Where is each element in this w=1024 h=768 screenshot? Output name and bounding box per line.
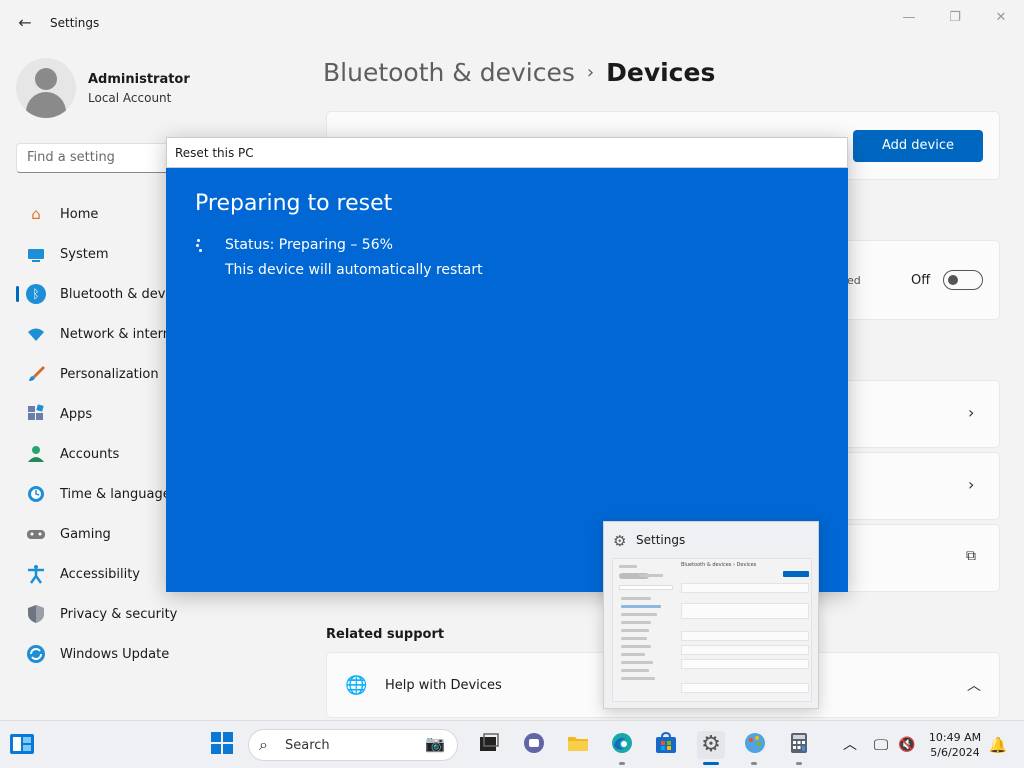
breadcrumb-separator: ›	[586, 62, 595, 83]
system-icon	[26, 244, 46, 264]
folder-icon	[566, 737, 590, 760]
help-label: Help with Devices	[385, 678, 502, 693]
breadcrumb: Bluetooth & devices › Devices	[323, 58, 715, 87]
widgets-button[interactable]	[8, 731, 36, 759]
chevron-right-icon: ›	[968, 475, 975, 494]
task-view-button[interactable]	[474, 731, 502, 759]
minimize-button[interactable]: —	[895, 8, 923, 28]
page-title: Devices	[606, 58, 716, 87]
edge-icon	[610, 733, 634, 760]
minimize-icon: —	[902, 10, 916, 25]
related-support-title: Related support	[326, 627, 445, 642]
person-icon	[26, 444, 46, 464]
speaker-muted-icon: 🔇	[898, 737, 916, 753]
network-status-button[interactable]: 🖵	[867, 731, 895, 759]
reset-status: Status: Preparing – 56%	[225, 237, 393, 253]
sidebar-item-label: Accessibility	[60, 566, 140, 582]
store-button[interactable]	[652, 731, 680, 759]
sidebar-item-label: Windows Update	[60, 646, 170, 662]
windows-logo-icon	[210, 732, 234, 760]
home-icon: ⌂	[31, 205, 41, 223]
clock-date: 5/6/2024	[930, 746, 980, 759]
taskbar-search[interactable]: ⌕ Search 📷	[248, 729, 458, 761]
sidebar-item-label: Apps	[60, 406, 93, 422]
palette-icon	[743, 733, 767, 760]
gamepad-icon	[26, 524, 46, 544]
restart-note: This device will automatically restart	[225, 262, 483, 278]
notifications-button[interactable]: 🔔	[984, 731, 1012, 759]
chevron-right-icon: ›	[968, 403, 975, 422]
globe-clock-icon	[26, 484, 46, 504]
preview-title: Settings	[636, 533, 686, 547]
chevron-up-icon: ︿	[843, 737, 857, 753]
bluetooth-icon: ᛒ	[26, 284, 46, 304]
title-bar: ← Settings — ❐ ✕	[0, 0, 1024, 48]
brush-icon	[26, 364, 46, 384]
active-indicator	[16, 286, 19, 302]
open-external-icon: ⧉	[966, 548, 976, 564]
clock[interactable]: 10:49 AM 5/6/2024	[922, 730, 988, 760]
apps-icon	[26, 404, 46, 424]
update-icon	[26, 644, 46, 664]
app-title: Settings	[50, 16, 100, 30]
start-button[interactable]	[208, 731, 236, 759]
avatar[interactable]	[16, 58, 76, 118]
sidebar-item-label: Accounts	[60, 446, 120, 462]
gear-icon: ⚙	[613, 532, 627, 550]
network-icon: 🖵	[873, 736, 889, 754]
accessibility-icon	[26, 564, 46, 584]
toggle-setting-label: ed	[847, 274, 861, 287]
dialog-title: Reset this PC	[166, 137, 848, 168]
teams-button[interactable]	[520, 731, 548, 759]
sidebar-item-windows-update[interactable]: Windows Update	[16, 634, 316, 674]
search-icon: ⌕	[259, 735, 268, 754]
sidebar-item-privacy[interactable]: Privacy & security	[16, 594, 316, 634]
bell-icon: 🔔	[988, 736, 1008, 754]
widgets-icon	[9, 734, 35, 762]
camera-icon: 📷	[425, 734, 445, 753]
back-button[interactable]: ←	[14, 12, 36, 34]
breadcrumb-parent[interactable]: Bluetooth & devices	[323, 58, 575, 87]
wifi-icon	[26, 324, 46, 344]
store-icon	[654, 731, 678, 760]
sidebar-item-label: Gaming	[60, 526, 111, 542]
account-type: Local Account	[88, 91, 172, 105]
settings-taskbar-button[interactable]: ⚙	[697, 731, 725, 759]
sidebar-item-label: Time & language	[60, 486, 171, 502]
volume-button[interactable]: 🔇	[893, 731, 921, 759]
gear-icon: ⚙	[701, 732, 721, 757]
progress-spinner-icon	[194, 237, 204, 253]
calculator-icon	[787, 733, 811, 760]
restore-icon: ❐	[949, 10, 961, 25]
add-device-button[interactable]: Add device	[853, 130, 983, 162]
preview-heading: Bluetooth & devices › Devices	[681, 562, 757, 568]
edge-button[interactable]	[608, 731, 636, 759]
taskbar-preview[interactable]: ⚙ Settings Bluetooth & devices › Devices	[603, 521, 819, 709]
sidebar-item-label: Home	[60, 206, 99, 222]
sidebar-item-label: Privacy & security	[60, 606, 178, 622]
setting-toggle[interactable]	[943, 270, 983, 290]
taskbar-search-label: Search	[285, 738, 330, 753]
toggle-state-label: Off	[911, 273, 931, 288]
close-button[interactable]: ✕	[987, 8, 1015, 28]
file-explorer-button[interactable]	[564, 731, 592, 759]
task-view-icon	[476, 733, 500, 760]
account-name: Administrator	[88, 72, 190, 87]
chevron-up-icon: ︿	[967, 678, 981, 694]
dialog-heading: Preparing to reset	[195, 191, 393, 216]
close-icon: ✕	[995, 10, 1007, 25]
preview-content: Bluetooth & devices › Devices	[612, 558, 812, 702]
arrow-left-icon: ←	[18, 13, 32, 32]
paint-button[interactable]	[741, 731, 769, 759]
sidebar-item-label: System	[60, 246, 109, 262]
maximize-button[interactable]: ❐	[941, 8, 969, 28]
sidebar-item-label: Personalization	[60, 366, 159, 382]
show-hidden-icons-button[interactable]: ︿	[836, 731, 864, 759]
clock-time: 10:49 AM	[928, 731, 982, 744]
chat-icon	[522, 733, 546, 760]
calculator-button[interactable]	[785, 731, 813, 759]
shield-icon	[26, 604, 46, 624]
taskbar: ⌕ Search 📷 ⚙ ︿ 🖵 🔇 10:49 AM 5/6/2024 🔔	[0, 720, 1024, 768]
globe-icon: 🌐	[345, 675, 368, 696]
